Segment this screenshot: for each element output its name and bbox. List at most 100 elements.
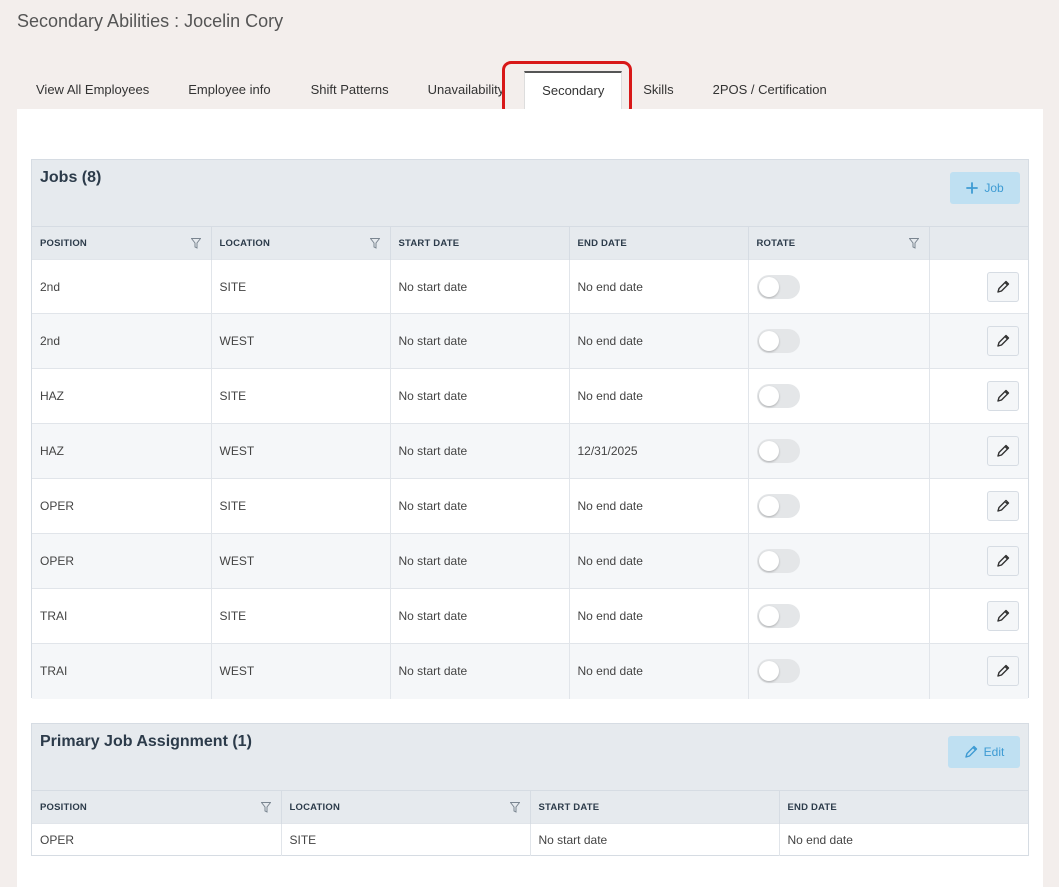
- rotate-toggle[interactable]: [756, 604, 800, 628]
- job-location: WEST: [211, 643, 391, 699]
- job-end-date: No end date: [569, 588, 749, 644]
- job-start-date: No start date: [390, 643, 570, 699]
- col-position-label: POSITION: [40, 237, 87, 249]
- job-position: HAZ: [32, 423, 212, 479]
- pencil-icon: [997, 554, 1010, 567]
- toggle-knob: [758, 386, 779, 406]
- toggle-knob: [758, 496, 779, 516]
- pencil-icon: [997, 389, 1010, 402]
- primary-col-position: POSITION: [32, 790, 282, 824]
- rotate-toggle[interactable]: [756, 384, 800, 408]
- primary-col-location-label: LOCATION: [289, 801, 341, 813]
- rotate-toggle[interactable]: [756, 549, 800, 573]
- col-start-date-label: START DATE: [398, 237, 460, 249]
- filter-icon[interactable]: [260, 802, 271, 813]
- job-end-date: No end date: [569, 478, 749, 534]
- job-position: 2nd: [32, 259, 212, 314]
- col-start-date: START DATE: [390, 226, 570, 260]
- tab-employee-info[interactable]: Employee info: [168, 71, 290, 109]
- job-rotate-cell: [748, 533, 930, 589]
- primary-col-start-date: START DATE: [530, 790, 780, 824]
- primary-start-date: No start date: [530, 823, 780, 856]
- job-rotate-cell: [748, 259, 930, 314]
- job-rotate-cell: [748, 368, 930, 424]
- edit-job-button[interactable]: [987, 656, 1019, 687]
- job-end-date: No end date: [569, 533, 749, 589]
- job-actions-cell: [929, 423, 1028, 479]
- job-position: OPER: [32, 478, 212, 534]
- col-location: LOCATION: [211, 226, 391, 260]
- rotate-toggle[interactable]: [756, 494, 800, 518]
- tab-bar: View All Employees Employee info Shift P…: [17, 71, 1043, 109]
- rotate-toggle[interactable]: [756, 439, 800, 463]
- job-actions-cell: [929, 533, 1028, 589]
- pencil-icon: [997, 499, 1010, 512]
- rotate-toggle[interactable]: [756, 659, 800, 684]
- job-actions-cell: [929, 313, 1028, 369]
- job-rotate-cell: [748, 423, 930, 479]
- col-location-label: LOCATION: [219, 237, 271, 249]
- filter-icon[interactable]: [369, 238, 380, 249]
- tab-view-all-employees[interactable]: View All Employees: [17, 71, 168, 109]
- toggle-knob: [758, 606, 779, 626]
- col-position: POSITION: [32, 226, 212, 260]
- primary-col-location: LOCATION: [281, 790, 531, 824]
- job-start-date: No start date: [390, 423, 570, 479]
- filter-icon[interactable]: [509, 802, 520, 813]
- table-row: TRAI WEST No start date No end date: [32, 643, 1028, 699]
- jobs-panel-header: Jobs (8) Job: [32, 160, 1028, 226]
- filter-icon[interactable]: [190, 238, 201, 249]
- job-rotate-cell: [748, 643, 930, 699]
- filter-icon[interactable]: [908, 238, 919, 249]
- tab-shift-patterns[interactable]: Shift Patterns: [291, 71, 409, 109]
- job-rotate-cell: [748, 313, 930, 369]
- job-actions-cell: [929, 643, 1028, 699]
- tab-2pos-certification[interactable]: 2POS / Certification: [694, 71, 846, 109]
- rotate-toggle[interactable]: [756, 329, 800, 353]
- job-position: TRAI: [32, 643, 212, 699]
- job-start-date: No start date: [390, 368, 570, 424]
- pencil-icon: [997, 444, 1010, 457]
- job-start-date: No start date: [390, 259, 570, 314]
- toggle-knob: [758, 661, 779, 682]
- table-row: 2nd WEST No start date No end date: [32, 313, 1028, 369]
- primary-panel-header: Primary Job Assignment (1) Edit: [32, 724, 1028, 790]
- rotate-toggle[interactable]: [756, 274, 800, 299]
- edit-primary-button[interactable]: Edit: [948, 736, 1020, 768]
- tab-unavailability[interactable]: Unavailability: [409, 71, 525, 109]
- job-position: HAZ: [32, 368, 212, 424]
- job-actions-cell: [929, 478, 1028, 534]
- plus-icon: [966, 182, 979, 194]
- edit-job-button[interactable]: [987, 546, 1019, 576]
- job-location: WEST: [211, 423, 391, 479]
- add-job-button[interactable]: Job: [950, 172, 1020, 204]
- job-location: SITE: [211, 588, 391, 644]
- table-row: OPER SITE No start date No end date: [32, 478, 1028, 534]
- tab-skills[interactable]: Skills: [622, 71, 693, 109]
- jobs-title: Jobs (8): [40, 169, 102, 186]
- pencil-icon: [997, 280, 1010, 293]
- jobs-table: POSITION LOCATION START DATE END DATE RO…: [32, 226, 1028, 699]
- edit-job-button[interactable]: [987, 326, 1019, 356]
- toggle-knob: [758, 276, 779, 297]
- pencil-icon: [997, 334, 1010, 347]
- job-location: SITE: [211, 368, 391, 424]
- col-rotate-label: ROTATE: [756, 237, 796, 249]
- col-rotate: ROTATE: [748, 226, 930, 260]
- primary-col-position-label: POSITION: [40, 801, 87, 813]
- job-location: WEST: [211, 313, 391, 369]
- tab-secondary[interactable]: Secondary: [524, 71, 623, 109]
- edit-job-button[interactable]: [987, 381, 1019, 411]
- edit-job-button[interactable]: [987, 271, 1019, 302]
- pencil-icon: [997, 665, 1010, 677]
- edit-primary-label: Edit: [983, 745, 1005, 759]
- edit-job-button[interactable]: [987, 601, 1019, 631]
- job-location: SITE: [211, 478, 391, 534]
- table-row: 2nd SITE No start date No end date: [32, 259, 1028, 314]
- table-row: OPER SITE No start date No end date: [32, 823, 1028, 856]
- jobs-panel: Jobs (8) Job POSITION LOCATION START DAT…: [31, 159, 1029, 699]
- edit-job-button[interactable]: [987, 491, 1019, 521]
- main-content: Jobs (8) Job POSITION LOCATION START DAT…: [17, 109, 1043, 887]
- edit-job-button[interactable]: [987, 436, 1019, 466]
- job-actions-cell: [929, 259, 1028, 314]
